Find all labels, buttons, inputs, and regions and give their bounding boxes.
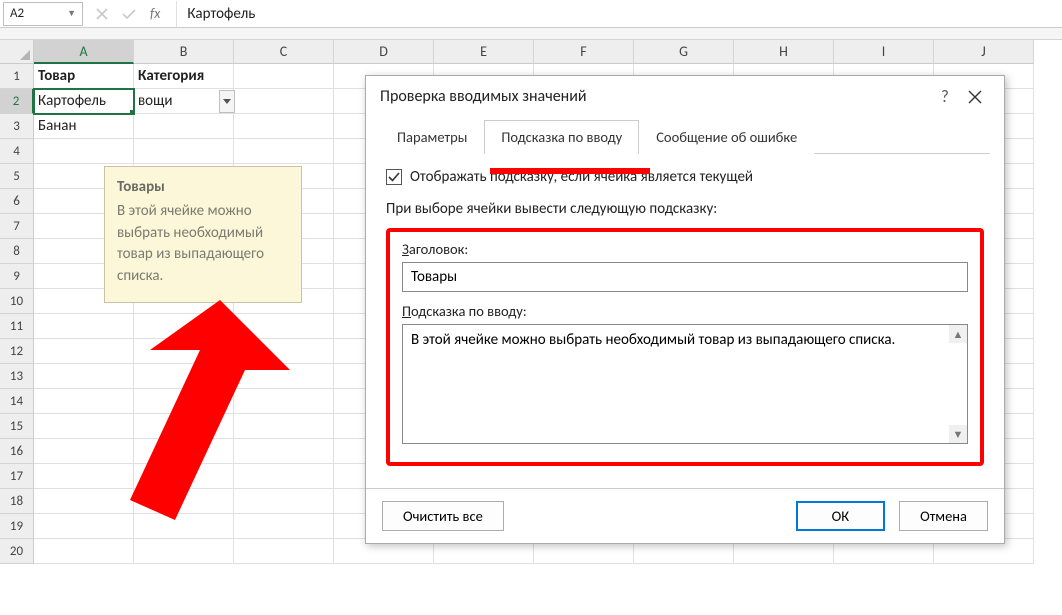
checkbox-checked-icon[interactable] bbox=[386, 169, 402, 185]
message-field-label: Подсказка по вводу: bbox=[402, 302, 968, 320]
cell[interactable] bbox=[234, 64, 334, 89]
tab-input-message[interactable]: Подсказка по вводу bbox=[484, 120, 639, 154]
cell[interactable]: Картофель bbox=[34, 89, 134, 114]
annotation-highlight-frame: Заголовок: Подсказка по вводу: ▲ ▼ bbox=[386, 228, 984, 466]
insert-function-icon[interactable]: fx bbox=[150, 5, 160, 22]
row-header[interactable]: 6 bbox=[0, 189, 34, 214]
row-header[interactable]: 11 bbox=[0, 314, 34, 339]
name-box[interactable]: A2 ▼ bbox=[3, 2, 83, 26]
tooltip-title: Товары bbox=[117, 177, 289, 199]
row-header[interactable]: 13 bbox=[0, 364, 34, 389]
cell[interactable] bbox=[234, 139, 334, 164]
section-label: При выборе ячейки вывести следующую подс… bbox=[386, 200, 984, 218]
title-input[interactable] bbox=[402, 262, 968, 292]
row-header[interactable]: 2 bbox=[0, 89, 34, 114]
row-header[interactable]: 3 bbox=[0, 114, 34, 139]
column-header[interactable]: G bbox=[634, 40, 734, 64]
cancel-button[interactable]: Отмена bbox=[899, 501, 988, 531]
column-header[interactable]: I bbox=[834, 40, 934, 64]
chevron-down-icon[interactable]: ▼ bbox=[67, 8, 76, 19]
close-button[interactable] bbox=[960, 90, 990, 104]
row-header[interactable]: 12 bbox=[0, 339, 34, 364]
show-message-checkbox-row[interactable]: Отображать подсказку, если ячейка являет… bbox=[386, 168, 984, 186]
cell[interactable]: Категория bbox=[134, 64, 234, 89]
annotation-arrow bbox=[130, 300, 290, 524]
message-textarea[interactable] bbox=[402, 324, 968, 444]
cell[interactable] bbox=[134, 539, 234, 564]
dialog-title: Проверка вводимых значений bbox=[380, 87, 930, 106]
enter-icon bbox=[122, 8, 136, 20]
data-validation-dialog: Проверка вводимых значений ? Параметры П… bbox=[365, 75, 1005, 544]
column-header[interactable]: A bbox=[34, 40, 134, 64]
cell[interactable] bbox=[34, 314, 134, 339]
scroll-down-icon[interactable]: ▼ bbox=[949, 425, 967, 443]
annotation-underline bbox=[490, 168, 650, 174]
clear-all-button[interactable]: Очистить все bbox=[382, 501, 504, 531]
row-header[interactable]: 10 bbox=[0, 289, 34, 314]
column-header[interactable]: C bbox=[234, 40, 334, 64]
row-header[interactable]: 17 bbox=[0, 464, 34, 489]
row-header[interactable]: 15 bbox=[0, 414, 34, 439]
cell[interactable] bbox=[34, 464, 134, 489]
help-button[interactable]: ? bbox=[930, 86, 960, 107]
column-header[interactable]: F bbox=[534, 40, 634, 64]
cell[interactable]: Банан bbox=[34, 114, 134, 139]
dialog-titlebar: Проверка вводимых значений ? bbox=[366, 76, 1004, 115]
cell[interactable] bbox=[134, 114, 234, 139]
row-header[interactable]: 9 bbox=[0, 264, 34, 289]
column-header[interactable]: E bbox=[434, 40, 534, 64]
cell[interactable] bbox=[34, 414, 134, 439]
row-header[interactable]: 8 bbox=[0, 239, 34, 264]
row-header[interactable]: 16 bbox=[0, 439, 34, 464]
title-field-label: Заголовок: bbox=[402, 240, 968, 258]
dialog-body: Отображать подсказку, если ячейка являет… bbox=[366, 154, 1004, 472]
cell[interactable] bbox=[234, 539, 334, 564]
cell[interactable] bbox=[34, 489, 134, 514]
cell[interactable] bbox=[234, 89, 334, 114]
tab-parameters[interactable]: Параметры bbox=[380, 120, 484, 154]
ok-button[interactable]: ОК bbox=[796, 501, 885, 531]
row-header[interactable]: 14 bbox=[0, 389, 34, 414]
row-header[interactable]: 7 bbox=[0, 214, 34, 239]
data-validation-dropdown-handle[interactable] bbox=[219, 90, 235, 113]
cell[interactable]: Товар bbox=[34, 64, 134, 89]
tooltip-body: В этой ячейке можно выбрать необходимый … bbox=[117, 201, 289, 288]
formula-bar-controls: fx bbox=[86, 5, 170, 22]
cell[interactable] bbox=[34, 514, 134, 539]
cell[interactable] bbox=[234, 114, 334, 139]
cell[interactable] bbox=[34, 339, 134, 364]
row-header[interactable]: 18 bbox=[0, 489, 34, 514]
dialog-footer: Очистить все ОК Отмена bbox=[366, 488, 1004, 543]
cancel-icon bbox=[96, 8, 108, 20]
row-header[interactable]: 20 bbox=[0, 539, 34, 564]
formula-bar: A2 ▼ fx Картофель bbox=[0, 0, 1062, 28]
row-header[interactable]: 5 bbox=[0, 164, 34, 189]
row-header[interactable]: 1 bbox=[0, 64, 34, 89]
column-header[interactable]: B bbox=[134, 40, 234, 64]
cell[interactable] bbox=[34, 139, 134, 164]
select-all-corner[interactable] bbox=[0, 40, 34, 64]
row-header[interactable]: 4 bbox=[0, 139, 34, 164]
row-header[interactable]: 19 bbox=[0, 514, 34, 539]
column-header[interactable]: H bbox=[734, 40, 834, 64]
column-header[interactable]: J bbox=[934, 40, 1034, 64]
cell[interactable] bbox=[34, 389, 134, 414]
formula-input[interactable]: Картофель bbox=[176, 1, 1062, 27]
name-box-value: A2 bbox=[10, 6, 24, 21]
cell[interactable] bbox=[34, 539, 134, 564]
ribbon-spacer bbox=[0, 28, 1062, 40]
cell[interactable] bbox=[134, 139, 234, 164]
column-headers: ABCDEFGHIJ bbox=[34, 40, 1062, 64]
cell[interactable] bbox=[34, 364, 134, 389]
dialog-tabs: Параметры Подсказка по вводу Сообщение о… bbox=[380, 119, 990, 154]
scroll-up-icon[interactable]: ▲ bbox=[949, 325, 967, 343]
cell[interactable] bbox=[34, 439, 134, 464]
tab-error-alert[interactable]: Сообщение об ошибке bbox=[639, 120, 814, 154]
input-message-tooltip: Товары В этой ячейке можно выбрать необх… bbox=[104, 166, 302, 303]
column-header[interactable]: D bbox=[334, 40, 434, 64]
